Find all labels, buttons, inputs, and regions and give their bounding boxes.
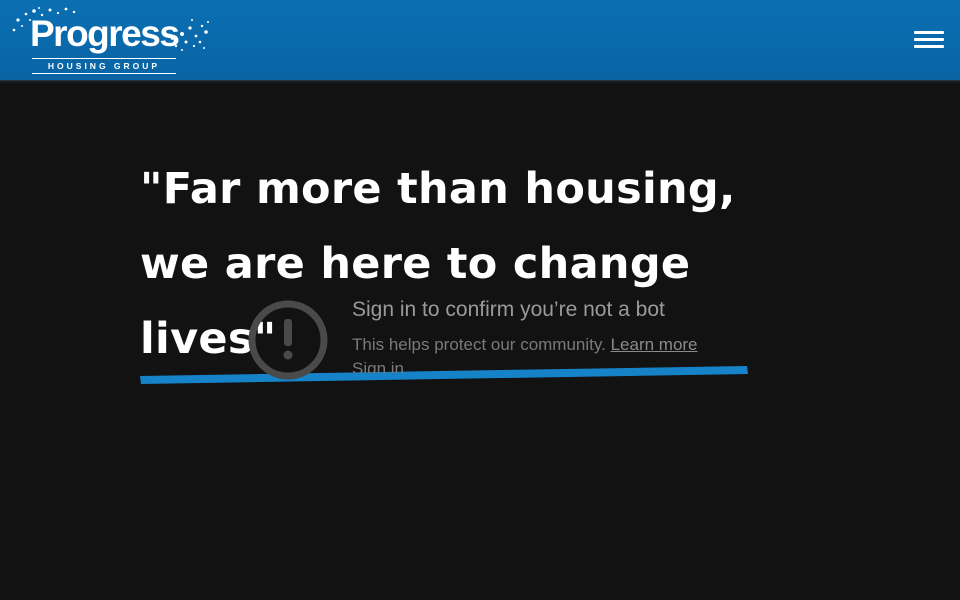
logo-wordmark: Progress <box>30 13 180 54</box>
hamburger-menu-icon[interactable] <box>912 28 946 52</box>
menu-bar-top <box>914 31 944 34</box>
sign-in-link[interactable]: Sign in <box>352 359 404 373</box>
learn-more-link[interactable]: Learn more <box>611 335 698 354</box>
logo-subtitle: HOUSING GROUP <box>32 58 176 74</box>
bot-check-description: This helps protect our community. Learn … <box>352 335 698 355</box>
headline-underline <box>140 366 748 384</box>
exclamation-circle-icon <box>248 300 328 380</box>
bot-check-description-text: This helps protect our community. <box>352 335 606 354</box>
bot-check-title: Sign in to confirm you’re not a bot <box>352 298 665 321</box>
progress-housing-logo[interactable]: Progress HOUSING GROUP <box>6 6 216 76</box>
site-header: Progress HOUSING GROUP <box>0 0 960 84</box>
menu-bar-bottom <box>914 45 944 48</box>
menu-bar-middle <box>914 38 944 41</box>
